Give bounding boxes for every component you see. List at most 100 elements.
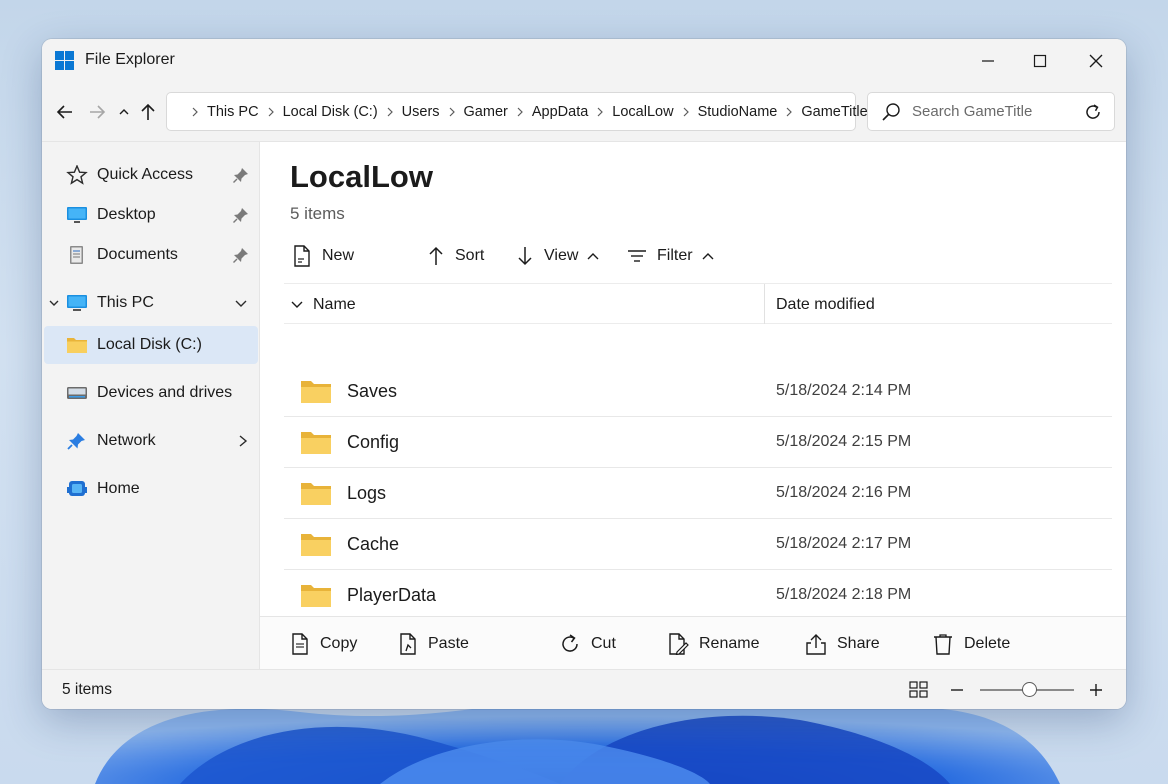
- pin-icon[interactable]: [232, 206, 250, 224]
- paste-button[interactable]: Paste: [398, 631, 469, 657]
- sidebar-item-devices[interactable]: Devices and drives: [42, 374, 258, 412]
- up-button[interactable]: [135, 99, 161, 125]
- zoom-in-icon[interactable]: [1088, 682, 1104, 698]
- pin-icon[interactable]: [232, 166, 250, 184]
- sidebar-item-network[interactable]: Network: [42, 422, 258, 460]
- table-row[interactable]: Cache 5/18/2024 2:17 PM: [284, 519, 1112, 570]
- search-placeholder: Search GameTitle: [912, 103, 1033, 120]
- zoom-out-icon[interactable]: [949, 682, 965, 698]
- chevron-up-icon: [702, 253, 714, 260]
- sidebar-item-documents[interactable]: Documents: [42, 236, 258, 274]
- breadcrumb-chevron-icon: [448, 107, 456, 117]
- file-name: Logs: [347, 483, 387, 503]
- sort-button[interactable]: Sort: [427, 243, 484, 269]
- search-input[interactable]: Search GameTitle: [867, 92, 1115, 131]
- chevron-down-icon[interactable]: [48, 297, 60, 309]
- filter-label: Filter: [657, 247, 693, 264]
- close-icon: [1089, 54, 1103, 67]
- file-name: Saves: [347, 381, 398, 401]
- delete-label: Delete: [964, 635, 1011, 652]
- status-bar: 5 items: [42, 669, 1126, 709]
- view-button[interactable]: View: [516, 243, 600, 269]
- chevron-down-icon[interactable]: [290, 299, 304, 311]
- filter-button[interactable]: Filter: [627, 243, 715, 269]
- grid-view-icon[interactable]: [909, 681, 929, 699]
- sidebar-item-home[interactable]: Home: [42, 470, 258, 508]
- sidebar-item-label: Devices and drives: [97, 384, 233, 401]
- column-date-modified[interactable]: Date modified: [776, 296, 875, 314]
- table-row[interactable]: Logs 5/18/2024 2:16 PM: [284, 468, 1112, 519]
- address-bar[interactable]: This PC Local Disk (C:) Users Gamer AppD…: [166, 92, 868, 131]
- sidebar-item-label: Network: [97, 432, 156, 449]
- close-button[interactable]: [1068, 39, 1124, 82]
- windows-logo-icon: [55, 51, 74, 70]
- column-name[interactable]: Name: [313, 296, 356, 314]
- breadcrumb-appdata[interactable]: AppData: [532, 104, 588, 120]
- maximize-button[interactable]: [1012, 39, 1068, 82]
- share-button[interactable]: Share: [805, 631, 880, 657]
- this-pc-icon: [67, 295, 87, 311]
- file-list-pane: LocalLow 5 items New Sort View Filter Na…: [260, 142, 1126, 669]
- cut-button[interactable]: Cut: [559, 631, 616, 657]
- page-title: LocalLow: [290, 159, 433, 194]
- new-button[interactable]: New: [292, 243, 354, 269]
- folder-icon: [67, 338, 87, 353]
- filter-icon: [628, 250, 646, 262]
- folder-icon: [301, 585, 331, 607]
- sidebar-item-quick-access[interactable]: Quick Access: [42, 156, 258, 194]
- action-bar: Copy Paste Cut Rename Share Delete: [260, 616, 1126, 669]
- copy-label: Copy: [320, 635, 358, 652]
- rename-button[interactable]: Rename: [667, 631, 759, 657]
- table-row[interactable]: PlayerData 5/18/2024 2:18 PM: [284, 570, 1112, 621]
- zoom-slider-thumb[interactable]: [1022, 682, 1037, 697]
- breadcrumb-this-pc[interactable]: This PC: [207, 104, 259, 120]
- copy-button[interactable]: Copy: [290, 631, 357, 657]
- navigation-pane: Quick Access Desktop Documents This PC L…: [42, 142, 260, 669]
- chevron-up-icon: [587, 253, 599, 260]
- file-date: 5/18/2024 2:14 PM: [776, 382, 912, 399]
- window-title: File Explorer: [85, 51, 175, 68]
- minimize-button[interactable]: [960, 39, 1016, 82]
- paste-label: Paste: [428, 635, 469, 652]
- breadcrumb-gametitle[interactable]: GameTitle: [801, 104, 867, 120]
- sidebar-item-this-pc[interactable]: This PC: [42, 284, 258, 322]
- cut-icon: [562, 634, 578, 652]
- file-name: Config: [347, 432, 400, 452]
- breadcrumb-chevron-icon: [191, 107, 199, 117]
- arrow-up-icon: [429, 246, 443, 265]
- file-date: 5/18/2024 2:16 PM: [776, 484, 912, 501]
- breadcrumb-local-disk[interactable]: Local Disk (C:): [283, 104, 378, 120]
- forward-button[interactable]: [84, 99, 110, 125]
- breadcrumb-users[interactable]: Users: [402, 104, 440, 120]
- delete-button[interactable]: Delete: [932, 631, 1010, 657]
- recent-locations-button[interactable]: [111, 99, 137, 125]
- breadcrumb-locallow[interactable]: LocalLow: [612, 104, 673, 120]
- sidebar-item-label: Local Disk (C:): [97, 336, 202, 353]
- breadcrumb-chevron-icon: [267, 107, 275, 117]
- pin-icon[interactable]: [232, 246, 250, 264]
- copy-icon: [292, 633, 308, 655]
- table-row[interactable]: Saves 5/18/2024 2:14 PM: [284, 366, 1112, 417]
- search-icon: [882, 103, 900, 121]
- sidebar-item-label: Quick Access: [97, 166, 194, 183]
- column-divider[interactable]: [764, 284, 765, 324]
- breadcrumb-gamer[interactable]: Gamer: [464, 104, 508, 120]
- chevron-right-icon[interactable]: [236, 434, 250, 448]
- breadcrumb-chevron-icon: [516, 107, 524, 117]
- chevron-down-icon[interactable]: [234, 296, 248, 310]
- cut-label: Cut: [591, 635, 616, 652]
- sidebar-item-label: Documents: [97, 246, 178, 263]
- refresh-icon[interactable]: [1084, 103, 1102, 121]
- folder-icon: [301, 432, 331, 454]
- table-row[interactable]: Config 5/18/2024 2:15 PM: [284, 417, 1112, 468]
- column-header: Name Date modified: [284, 283, 1112, 324]
- desktop-icon: [67, 207, 87, 223]
- back-button[interactable]: [52, 99, 78, 125]
- navigation-toolbar: This PC Local Disk (C:) Users Gamer AppD…: [42, 82, 1126, 142]
- breadcrumb-studioname[interactable]: StudioName: [698, 104, 778, 120]
- file-name: PlayerData: [347, 585, 437, 605]
- sidebar-item-local-disk[interactable]: Local Disk (C:): [44, 326, 258, 364]
- sidebar-item-desktop[interactable]: Desktop: [42, 196, 258, 234]
- new-label: New: [322, 247, 355, 264]
- arrow-up-icon: [141, 103, 155, 120]
